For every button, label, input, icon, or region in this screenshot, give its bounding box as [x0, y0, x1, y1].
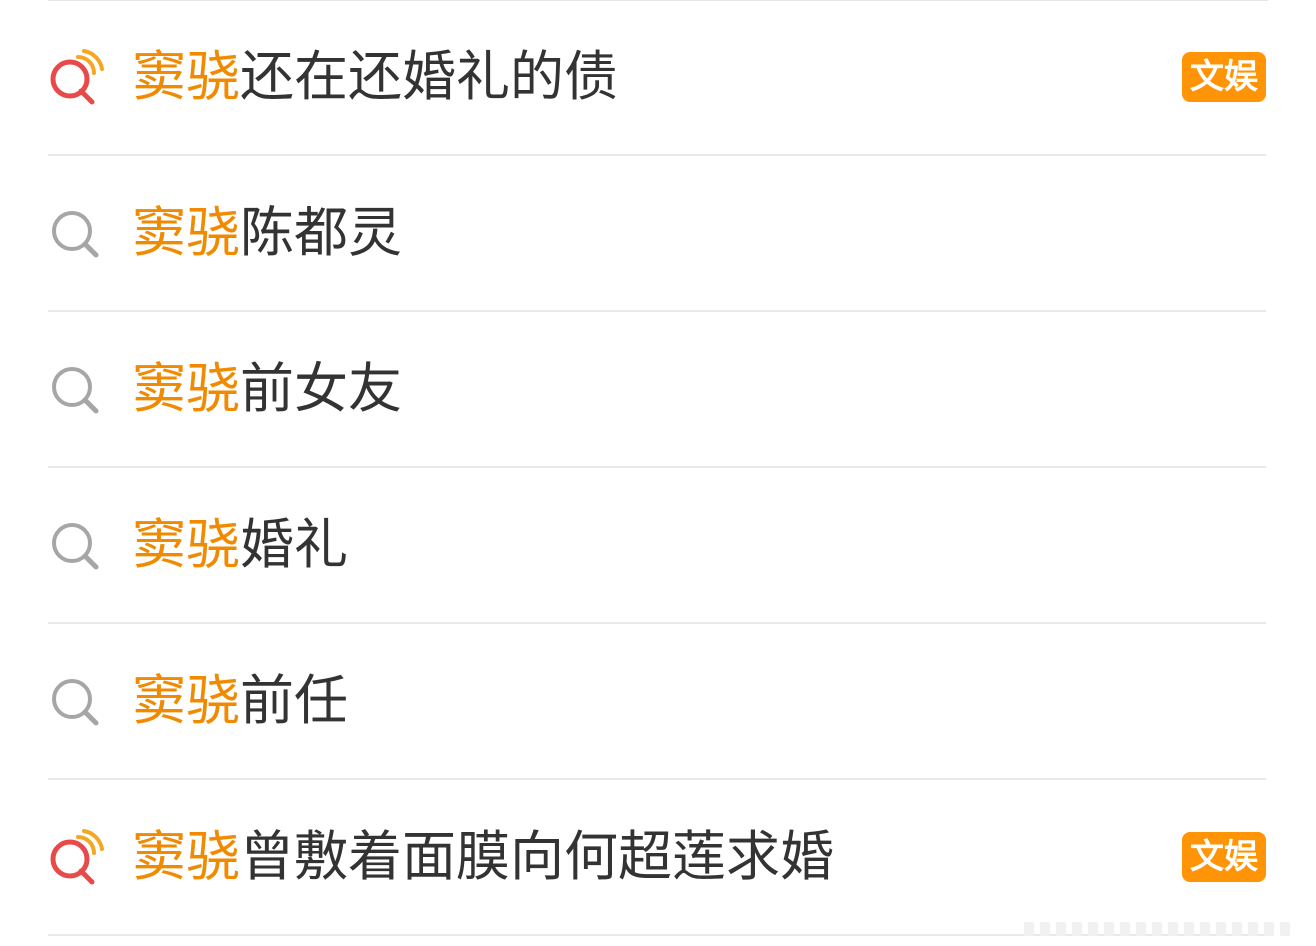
scroll-dot: [1120, 922, 1130, 936]
scroll-dot: [1184, 922, 1194, 936]
scroll-dot: [1024, 922, 1034, 936]
scroll-dot: [1104, 922, 1114, 936]
scroll-dot: [1248, 922, 1258, 936]
keyword-highlight: 窦骁: [132, 201, 240, 264]
scroll-dot: [1264, 922, 1274, 936]
scroll-dot: [1088, 922, 1098, 936]
scroll-dot: [1152, 922, 1162, 936]
search-icon: [48, 517, 104, 573]
scroll-dot: [1056, 922, 1066, 936]
suggestion-suffix: 前女友: [240, 357, 402, 420]
suggestion-row[interactable]: 窦骁还在还婚礼的债 文娱: [48, 0, 1266, 156]
suggestion-row[interactable]: 窦骁曾敷着面膜向何超莲求婚 文娱: [48, 780, 1266, 936]
search-icon: [48, 361, 104, 417]
scroll-dot: [1072, 922, 1082, 936]
suggestion-text: 窦骁陈都灵: [132, 206, 402, 260]
scroll-dot: [1168, 922, 1178, 936]
suggestion-row[interactable]: 窦骁陈都灵: [48, 156, 1266, 312]
keyword-highlight: 窦骁: [132, 357, 240, 420]
scroll-dot: [1280, 922, 1290, 936]
suggestion-suffix: 曾敷着面膜向何超莲求婚: [240, 825, 834, 888]
scroll-dot: [1136, 922, 1146, 936]
suggestion-row[interactable]: 窦骁婚礼: [48, 468, 1266, 624]
keyword-highlight: 窦骁: [132, 513, 240, 576]
search-suggestion-list: 窦骁还在还婚礼的债 文娱 窦骁陈都灵 窦骁前女友 窦骁婚礼 窦骁前任 窦骁曾敷着…: [48, 0, 1266, 936]
suggestion-row[interactable]: 窦骁前任: [48, 624, 1266, 780]
scroll-dot: [1200, 922, 1210, 936]
keyword-highlight: 窦骁: [132, 45, 240, 108]
scroll-dot: [1232, 922, 1242, 936]
suggestion-suffix: 陈都灵: [240, 201, 402, 264]
suggestion-text: 窦骁前女友: [132, 362, 402, 416]
suggestion-text: 窦骁婚礼: [132, 518, 348, 572]
hot-search-icon: [48, 829, 104, 885]
suggestion-row[interactable]: 窦骁前女友: [48, 312, 1266, 468]
suggestion-text: 窦骁前任: [132, 674, 348, 728]
suggestion-suffix: 前任: [240, 669, 348, 732]
suggestion-suffix: 还在还婚礼的债: [240, 45, 618, 108]
suggestion-text: 窦骁曾敷着面膜向何超莲求婚: [132, 830, 834, 884]
search-icon: [48, 673, 104, 729]
category-badge: 文娱: [1182, 52, 1266, 102]
suggestion-suffix: 婚礼: [240, 513, 348, 576]
scroll-dot: [1040, 922, 1050, 936]
hot-search-icon: [48, 49, 104, 105]
category-badge: 文娱: [1182, 832, 1266, 882]
keyword-highlight: 窦骁: [132, 669, 240, 732]
keyword-highlight: 窦骁: [132, 825, 240, 888]
scroll-dot: [1216, 922, 1226, 936]
faded-scroll-indicator: [1024, 922, 1294, 936]
search-icon: [48, 205, 104, 261]
suggestion-text: 窦骁还在还婚礼的债: [132, 50, 618, 104]
